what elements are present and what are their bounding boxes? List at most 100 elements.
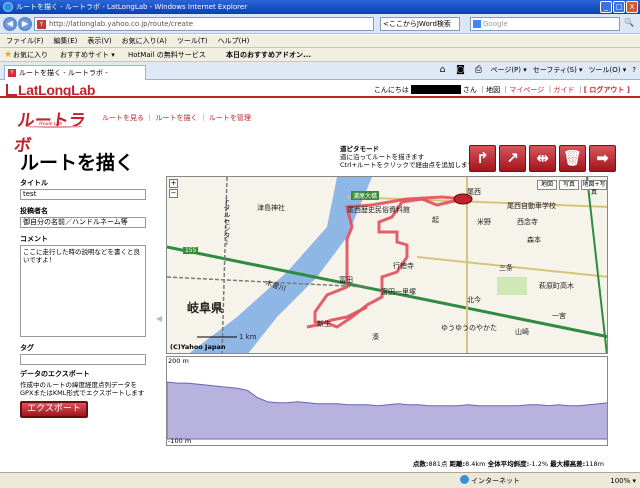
map-label-sanjo: 三条 xyxy=(499,264,513,272)
map-copyright: (C)Yahoo Japan xyxy=(170,343,226,351)
cmd-tools[interactable]: ツール(O) ▾ xyxy=(589,64,627,77)
cmd-safety[interactable]: セーフティ(S) ▾ xyxy=(533,64,583,77)
elevation-area xyxy=(167,381,607,440)
tab-active[interactable]: Y ルートを描く - ルートラボ - LatLongLab xyxy=(4,65,146,91)
menu-favorites[interactable]: お気に入り(A) xyxy=(122,35,167,47)
favorites-bar: ★お気に入り おすすめサイト ▾ HotMail の無料サービス 本日のおすすめ… xyxy=(0,48,640,62)
jword-search[interactable]: <ここからJWord検索 xyxy=(380,17,460,31)
logo-text: LatLongLab xyxy=(18,82,96,98)
collapse-panel-icon[interactable]: ◀ xyxy=(156,314,162,323)
menu-view[interactable]: 表示(V) xyxy=(87,35,111,47)
forward-button[interactable]: ▶ xyxy=(18,17,32,31)
route-map[interactable]: + − 地図 写真 地図+写真 濃尾大橋 尾西 尾西歴史民俗資料館 尾西自動車学… xyxy=(166,176,608,354)
globe-icon xyxy=(460,475,469,484)
menu-bar: ファイル(F) 編集(E) 表示(V) お気に入り(A) ツール(T) ヘルプ(… xyxy=(0,35,640,48)
nav-draw-route[interactable]: ルートを描く xyxy=(155,114,197,122)
zoom-controls: + − xyxy=(169,179,179,199)
comment-textarea[interactable]: ここに走行した時の説明などを書くと良いですよ！ xyxy=(20,245,146,337)
elevation-profile: 200 m -100 m xyxy=(166,356,608,446)
network-label: インターネット xyxy=(471,477,520,485)
favorites-button[interactable]: ★お気に入り xyxy=(4,48,48,62)
link-mypage[interactable]: マイページ xyxy=(509,86,544,94)
back-button[interactable]: ◀ xyxy=(3,17,17,31)
print-icon[interactable]: ⎙ xyxy=(472,64,484,76)
home-icon[interactable]: ⌂ xyxy=(436,64,448,76)
latlonglab-logo[interactable]: LatLongLab xyxy=(6,82,95,98)
menu-tools[interactable]: ツール(T) xyxy=(177,35,208,47)
tag-label: タグ xyxy=(20,344,34,352)
zoom-level[interactable]: 100% ▾ xyxy=(610,473,636,488)
site-header: LatLongLab こんにちは さん ｜地図 ｜マイページ ｜ガイド ｜[ ログ… xyxy=(0,80,640,98)
greeting-prefix: こんにちは xyxy=(373,86,409,94)
zoom-out-button[interactable]: − xyxy=(169,189,178,198)
delete-route-button[interactable]: 🗑 xyxy=(559,145,586,172)
map-label-tomida-ichiri: 富田一里塚 xyxy=(381,288,416,296)
fav-item-hotmail[interactable]: HotMail の無料サービス xyxy=(128,48,206,62)
routelab-logo[interactable]: ルートラボ Route Lab xyxy=(13,106,99,155)
fav-item-recommended[interactable]: おすすめサイト ▾ xyxy=(60,48,115,62)
cmd-page[interactable]: ページ(P) ▾ xyxy=(490,64,526,77)
arrow-icon: ↗ xyxy=(506,149,519,167)
maximize-button[interactable]: □ xyxy=(613,1,625,13)
nav-view-routes[interactable]: ルートを見る xyxy=(102,114,144,122)
points-value: 881点 xyxy=(428,460,448,468)
ie-icon xyxy=(3,2,13,12)
page-favicon: Y xyxy=(37,20,46,29)
export-heading: データのエクスポート xyxy=(20,370,90,378)
page-title: ルートを描く xyxy=(20,152,135,174)
maptype-photo-button[interactable]: 写真 xyxy=(559,180,579,190)
freehand-tool-button[interactable]: ↗ xyxy=(499,145,526,172)
maptype-both-button[interactable]: 地図+写真 xyxy=(581,180,607,196)
logo-mark-icon xyxy=(6,84,17,96)
cmd-help[interactable]: ? xyxy=(632,64,636,77)
map-label-morimoto: 森本 xyxy=(527,236,541,244)
favorites-label: お気に入り xyxy=(13,51,48,59)
map-label-yuyu: ゆうゆうのやかた xyxy=(441,324,497,332)
search-icon[interactable]: 🔍 xyxy=(624,18,636,30)
road-4 xyxy=(586,177,607,353)
export-button[interactable]: エクスポート xyxy=(20,401,88,418)
map-label-yoneno: 米野 xyxy=(477,218,491,226)
page-content: LatLongLab こんにちは さん ｜地図 ｜マイページ ｜ガイド ｜[ ログ… xyxy=(0,80,640,472)
road-snap-icon: ↱ xyxy=(476,149,489,167)
map-label-gyotokuji: 行徳寺 xyxy=(393,262,414,270)
zoom-in-button[interactable]: + xyxy=(169,179,178,188)
author-label: 投稿者名 xyxy=(20,207,48,215)
fav-item-addons[interactable]: 本日のおすすめアドオン... xyxy=(226,48,311,62)
address-bar: ◀ ▶ Y http://latlonglab.yahoo.co.jp/rout… xyxy=(0,14,640,34)
map-scale-label: 1 km xyxy=(239,333,257,341)
map-label-toaru: トタルセンター xyxy=(223,197,231,246)
title-input[interactable]: test xyxy=(20,189,146,200)
road-snap-tool-button[interactable]: ↱ xyxy=(469,145,496,172)
link-map[interactable]: 地図 xyxy=(486,86,500,94)
map-label-route-155: 155 xyxy=(183,247,199,254)
save-route-button[interactable]: ➡ xyxy=(589,145,616,172)
network-zone: インターネット xyxy=(460,473,520,488)
author-input[interactable]: 御自分の名前／ハンドルネーム等 xyxy=(20,217,146,228)
points-label: 点数: xyxy=(412,460,429,468)
url-field[interactable]: Y http://latlonglab.yahoo.co.jp/route/cr… xyxy=(34,17,374,31)
routelab-nav: ルートを見る ｜ ルートを描く ｜ ルートを管理 xyxy=(102,114,251,122)
comment-label: コメント xyxy=(20,235,48,243)
menu-edit[interactable]: 編集(E) xyxy=(54,35,78,47)
maxalt-value: 118m xyxy=(585,460,604,468)
feeds-icon[interactable]: ◙ xyxy=(454,64,466,76)
search-input[interactable]: Google xyxy=(470,17,620,31)
route-stats: 点数:881点 距離:8.4km 全体平均斜度:-1.2% 最大標高差:118m xyxy=(413,458,604,468)
status-bar: インターネット 100% ▾ xyxy=(0,472,640,488)
window-title: ルートを描く - ルートラボ - LatLongLab - Windows In… xyxy=(16,3,248,11)
minimize-button[interactable]: _ xyxy=(600,1,612,13)
user-links: こんにちは さん ｜地図 ｜マイページ ｜ガイド ｜[ ログアウト ] xyxy=(373,85,630,94)
menu-file[interactable]: ファイル(F) xyxy=(6,35,44,47)
split-tool-button[interactable]: ⇹ xyxy=(529,145,556,172)
maptype-map-button[interactable]: 地図 xyxy=(537,180,557,190)
logout-link[interactable]: [ ログアウト ] xyxy=(584,86,630,94)
tag-input[interactable] xyxy=(20,354,146,365)
map-label-station: 尾西 xyxy=(467,188,481,196)
close-button[interactable]: X xyxy=(626,1,638,13)
star-icon: ★ xyxy=(4,50,13,60)
url-text: http://latlonglab.yahoo.co.jp/route/crea… xyxy=(49,20,194,28)
nav-manage-routes[interactable]: ルートを管理 xyxy=(209,114,251,122)
link-guide[interactable]: ガイド xyxy=(553,86,574,94)
menu-help[interactable]: ヘルプ(H) xyxy=(218,35,250,47)
